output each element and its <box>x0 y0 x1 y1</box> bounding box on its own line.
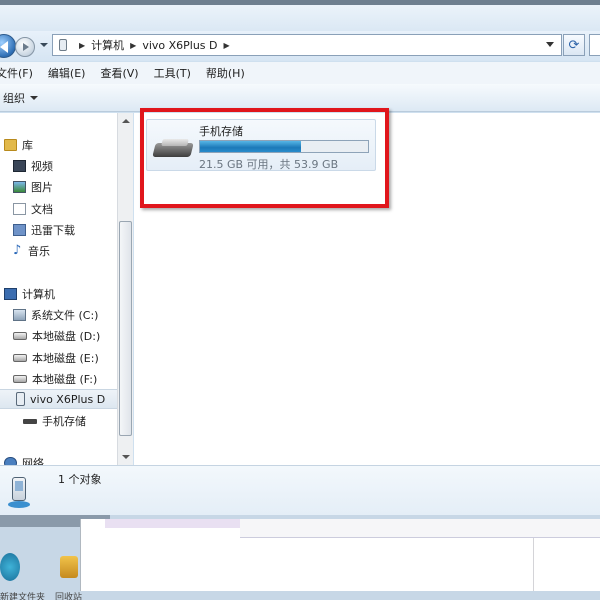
item-count: 1 个对象 <box>58 473 102 486</box>
system-drive-icon <box>13 309 26 321</box>
forward-button[interactable] <box>15 37 35 57</box>
nav-label: 本地磁盘 (D:) <box>32 330 101 343</box>
phone-icon <box>16 392 25 406</box>
computer-icon <box>4 288 17 300</box>
nav-label: 音乐 <box>28 245 50 258</box>
scroll-up-icon[interactable] <box>122 119 130 123</box>
scroll-thumb[interactable] <box>119 221 132 436</box>
device-icon <box>59 39 67 51</box>
organize-label: 组织 <box>3 91 25 105</box>
back-button[interactable] <box>0 34 16 58</box>
chevron-down-icon <box>30 95 38 100</box>
desktop-app-icon[interactable] <box>0 553 20 581</box>
menu-view[interactable]: 查看(V) <box>100 65 138 81</box>
nav-item-drive-d[interactable]: 本地磁盘 (D:) <box>13 326 100 346</box>
breadcrumb-device[interactable]: vivo X6Plus D <box>142 39 217 52</box>
details-pane: 1 个对象 <box>0 465 600 515</box>
refresh-icon: ⟳ <box>568 37 580 53</box>
nav-item-videos[interactable]: 视频 <box>13 156 53 176</box>
background-window-panel <box>533 538 600 591</box>
address-bar[interactable]: ▶ 计算机 ▶ vivo X6Plus D ▶ <box>52 34 562 56</box>
storage-drive-icon <box>23 418 37 424</box>
nav-item-phone-storage[interactable]: 手机存储 <box>23 411 86 431</box>
navigation-pane: 库 视频 图片 文档 迅雷下载 ♪ 音乐 计算机 系统文件 (C:) 本地磁盘 … <box>0 113 117 465</box>
library-icon <box>4 139 17 151</box>
nav-label: 库 <box>22 139 33 152</box>
menu-tools[interactable]: 工具(T) <box>154 65 191 81</box>
picture-icon <box>13 181 26 193</box>
nav-item-music[interactable]: ♪ 音乐 <box>13 241 50 261</box>
background-window-header <box>105 519 240 528</box>
nav-item-drive-e[interactable]: 本地磁盘 (E:) <box>13 348 99 368</box>
annotation-highlight-box <box>140 108 389 208</box>
recent-pages-dropdown-icon[interactable] <box>40 43 48 47</box>
nav-item-libraries[interactable]: 库 <box>4 135 33 155</box>
hard-drive-icon <box>13 354 27 362</box>
window-title-strip <box>0 0 600 5</box>
nav-item-thunder-downloads[interactable]: 迅雷下载 <box>13 220 75 240</box>
breadcrumb-computer[interactable]: 计算机 <box>91 37 124 53</box>
address-dropdown-icon[interactable] <box>546 42 554 47</box>
nav-label: 视频 <box>31 160 53 173</box>
phone-device-icon <box>6 473 32 511</box>
nav-label: 文档 <box>31 203 53 216</box>
nav-item-drive-f[interactable]: 本地磁盘 (F:) <box>13 369 97 389</box>
chevron-right-icon[interactable]: ▶ <box>79 41 85 50</box>
nav-item-documents[interactable]: 文档 <box>13 199 53 219</box>
nav-scrollbar[interactable] <box>117 113 133 465</box>
chevron-right-icon[interactable]: ▶ <box>130 41 136 50</box>
menu-help[interactable]: 帮助(H) <box>206 65 245 81</box>
nav-label: 计算机 <box>22 288 55 301</box>
desktop-label: 回收站 <box>55 593 83 600</box>
menu-file[interactable]: 文件(F) <box>0 65 33 81</box>
nav-label: vivo X6Plus D <box>30 392 106 406</box>
menu-edit[interactable]: 编辑(E) <box>48 65 86 81</box>
menu-bar: 文件(F) 编辑(E) 查看(V) 工具(T) 帮助(H) <box>0 62 600 84</box>
video-icon <box>13 160 26 172</box>
nav-label: 网络 <box>22 457 44 465</box>
hard-drive-icon <box>13 375 27 383</box>
nav-label: 本地磁盘 (F:) <box>32 373 98 386</box>
download-folder-icon <box>13 224 26 236</box>
nav-item-computer[interactable]: 计算机 <box>4 284 55 304</box>
nav-label: 手机存储 <box>42 415 86 428</box>
document-icon <box>13 203 26 215</box>
nav-label: 系统文件 (C:) <box>31 309 99 322</box>
nav-label: 本地磁盘 (E:) <box>32 352 99 365</box>
organize-button[interactable]: 组织 <box>3 90 38 106</box>
nav-label: 图片 <box>31 181 53 194</box>
network-icon <box>4 457 17 465</box>
refresh-button[interactable]: ⟳ <box>563 34 585 56</box>
nav-item-pictures[interactable]: 图片 <box>13 177 53 197</box>
nav-item-device[interactable]: vivo X6Plus D <box>0 389 117 409</box>
scroll-down-icon[interactable] <box>122 455 130 459</box>
music-note-icon: ♪ <box>13 242 22 258</box>
search-box[interactable] <box>589 34 600 56</box>
nav-label: 迅雷下载 <box>31 224 75 237</box>
desktop-label: 新建文件夹 <box>0 593 46 600</box>
hard-drive-icon <box>13 332 27 340</box>
chevron-right-icon[interactable]: ▶ <box>224 41 230 50</box>
window-top-edge <box>0 0 600 31</box>
background-window-toolbar <box>240 519 600 538</box>
nav-item-network[interactable]: 网络 <box>4 453 44 465</box>
nav-item-drive-c[interactable]: 系统文件 (C:) <box>13 305 98 325</box>
desktop-folder-icon[interactable] <box>60 556 78 578</box>
